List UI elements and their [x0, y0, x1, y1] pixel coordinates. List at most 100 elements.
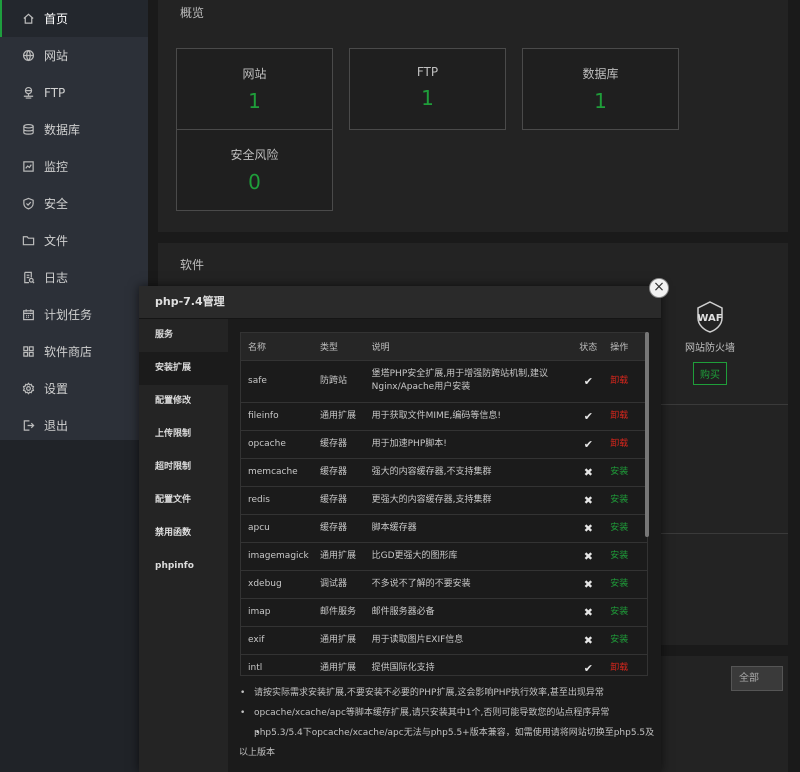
- uninstall-link[interactable]: 卸载: [603, 360, 647, 403]
- ext-status: ✔: [573, 654, 604, 675]
- sidebar-item-label: 日志: [44, 271, 69, 285]
- ext-type: 调试器: [312, 570, 365, 599]
- apps-icon: [23, 346, 34, 357]
- nav-config-file[interactable]: 配置文件: [139, 484, 228, 517]
- sidebar-item-label: 计划任务: [44, 308, 93, 322]
- table-row: opcache 缓存器 用于加速PHP脚本! ✔ 卸载: [241, 430, 647, 459]
- ext-status: ✖: [573, 570, 604, 599]
- sidebar-item-files[interactable]: 文件: [0, 222, 148, 259]
- stat-value: 1: [421, 86, 434, 110]
- ext-type: 通用扩展: [312, 402, 365, 431]
- ext-name: xdebug: [241, 570, 313, 599]
- col-op: 操作: [603, 333, 647, 361]
- ext-desc: 提供国际化支持: [364, 654, 574, 675]
- ext-desc: 堡塔PHP安全扩展,用于增强防跨站机制,建议Nginx/Apache用户安装: [364, 360, 574, 403]
- overview-title: 概览: [180, 6, 205, 20]
- nav-disabled-functions[interactable]: 禁用函数: [139, 517, 228, 550]
- stat-label: 数据库: [582, 67, 619, 81]
- modal-title: php-7.4管理: [139, 286, 661, 319]
- table-row: imap 邮件服务 邮件服务器必备 ✖ 安装: [241, 598, 647, 627]
- ext-type: 缓存器: [312, 514, 365, 543]
- sidebar-item-label: FTP: [44, 85, 66, 100]
- ext-desc: 邮件服务器必备: [364, 598, 574, 627]
- sidebar-item-home[interactable]: 首页: [0, 0, 148, 37]
- table-row: imagemagick 通用扩展 比GD更强大的图形库 ✖ 安装: [241, 542, 647, 571]
- install-link[interactable]: 安装: [603, 598, 647, 627]
- nav-install-extensions[interactable]: 安装扩展: [139, 352, 228, 385]
- stat-value: 0: [248, 170, 261, 194]
- database-icon: [23, 123, 34, 135]
- sidebar-item-security[interactable]: 安全: [0, 185, 148, 222]
- buy-button[interactable]: 购买: [693, 362, 727, 385]
- sidebar-item-label: 首页: [44, 12, 69, 26]
- stat-database[interactable]: 数据库 1: [522, 48, 679, 130]
- extensions-table: 名称 类型 说明 状态 操作 safe 防跨站 堡塔PHP安全扩展,用于增强防跨…: [240, 332, 648, 676]
- uninstall-link[interactable]: 卸载: [603, 402, 647, 431]
- modal-body: 名称 类型 说明 状态 操作 safe 防跨站 堡塔PHP安全扩展,用于增强防跨…: [228, 319, 661, 772]
- log-icon: [24, 271, 35, 284]
- sidebar-item-label: 安全: [44, 197, 69, 211]
- table-row: redis 缓存器 更强大的内容缓存器,支持集群 ✖ 安装: [241, 486, 647, 515]
- filter-all-select[interactable]: 全部: [731, 666, 783, 691]
- install-link[interactable]: 安装: [603, 542, 647, 571]
- sidebar: 首页 网站 FTP 数据库 监控 安全 文件 日志 计划任务 软件商店 设置 退…: [0, 0, 148, 440]
- ext-desc: 用于读取图片EXIF信息: [364, 626, 574, 655]
- uninstall-link[interactable]: 卸载: [603, 654, 647, 675]
- stat-website[interactable]: 网站 1: [176, 48, 333, 130]
- ext-type: 通用扩展: [312, 626, 365, 655]
- waf-shield-icon: WAF: [697, 301, 723, 333]
- calendar-icon: [23, 309, 34, 321]
- ext-name: imap: [241, 598, 313, 627]
- divider: [661, 404, 788, 405]
- sidebar-item-monitor[interactable]: 监控: [0, 148, 148, 185]
- nav-upload-limit[interactable]: 上传限制: [139, 418, 228, 451]
- ext-name: intl: [241, 654, 313, 675]
- ext-status: ✖: [573, 514, 604, 543]
- ext-name: opcache: [241, 430, 313, 459]
- table-scrollbar[interactable]: [645, 332, 649, 537]
- sidebar-item-ftp[interactable]: FTP: [0, 74, 148, 111]
- nav-service[interactable]: 服务: [139, 319, 228, 352]
- sidebar-item-settings[interactable]: 设置: [0, 370, 148, 407]
- install-link[interactable]: 安装: [603, 458, 647, 487]
- ext-name: apcu: [241, 514, 313, 543]
- folder-icon: [22, 236, 35, 246]
- ext-type: 防跨站: [312, 360, 365, 403]
- shield-icon: [23, 197, 34, 210]
- stat-label: 网站: [242, 67, 267, 81]
- install-link[interactable]: 安装: [603, 486, 647, 515]
- ext-status: ✔: [573, 402, 604, 431]
- ext-type: 邮件服务: [312, 598, 365, 627]
- waf-plugin[interactable]: WAF 网站防火墙 购买: [672, 300, 748, 385]
- ext-name: redis: [241, 486, 313, 515]
- col-type: 类型: [312, 333, 365, 361]
- divider: [661, 533, 788, 534]
- nav-timeout-limit[interactable]: 超时限制: [139, 451, 228, 484]
- stat-security-risk[interactable]: 安全风险 0: [176, 129, 333, 211]
- modal-close-button[interactable]: ×: [649, 278, 669, 298]
- sidebar-item-cron[interactable]: 计划任务: [0, 296, 148, 333]
- col-desc: 说明: [364, 333, 574, 361]
- install-link[interactable]: 安装: [603, 626, 647, 655]
- table-header-row: 名称 类型 说明 状态 操作: [241, 333, 647, 361]
- sidebar-item-logout[interactable]: 退出: [0, 407, 148, 444]
- sidebar-item-website[interactable]: 网站: [0, 37, 148, 74]
- ext-status: ✔: [573, 360, 604, 403]
- logout-icon: [23, 420, 35, 431]
- sidebar-item-label: 退出: [44, 419, 69, 433]
- note-item: 请按实际需求安装扩展,不要安装不必要的PHP扩展,这会影响PHP执行效率,甚至出…: [239, 683, 659, 703]
- uninstall-link[interactable]: 卸载: [603, 430, 647, 459]
- sidebar-item-database[interactable]: 数据库: [0, 111, 148, 148]
- sidebar-item-logs[interactable]: 日志: [0, 259, 148, 296]
- nav-config-edit[interactable]: 配置修改: [139, 385, 228, 418]
- install-link[interactable]: 安装: [603, 570, 647, 599]
- install-link[interactable]: 安装: [603, 514, 647, 543]
- ext-desc: 不多说不了解的不要安装: [364, 570, 574, 599]
- ext-desc: 用于加速PHP脚本!: [364, 430, 574, 459]
- gear-icon: [22, 382, 35, 395]
- sidebar-item-store[interactable]: 软件商店: [0, 333, 148, 370]
- waf-label: 网站防火墙: [685, 343, 735, 354]
- stat-ftp[interactable]: FTP 1: [349, 48, 506, 130]
- software-title: 软件: [180, 258, 205, 272]
- nav-phpinfo[interactable]: phpinfo: [139, 550, 228, 583]
